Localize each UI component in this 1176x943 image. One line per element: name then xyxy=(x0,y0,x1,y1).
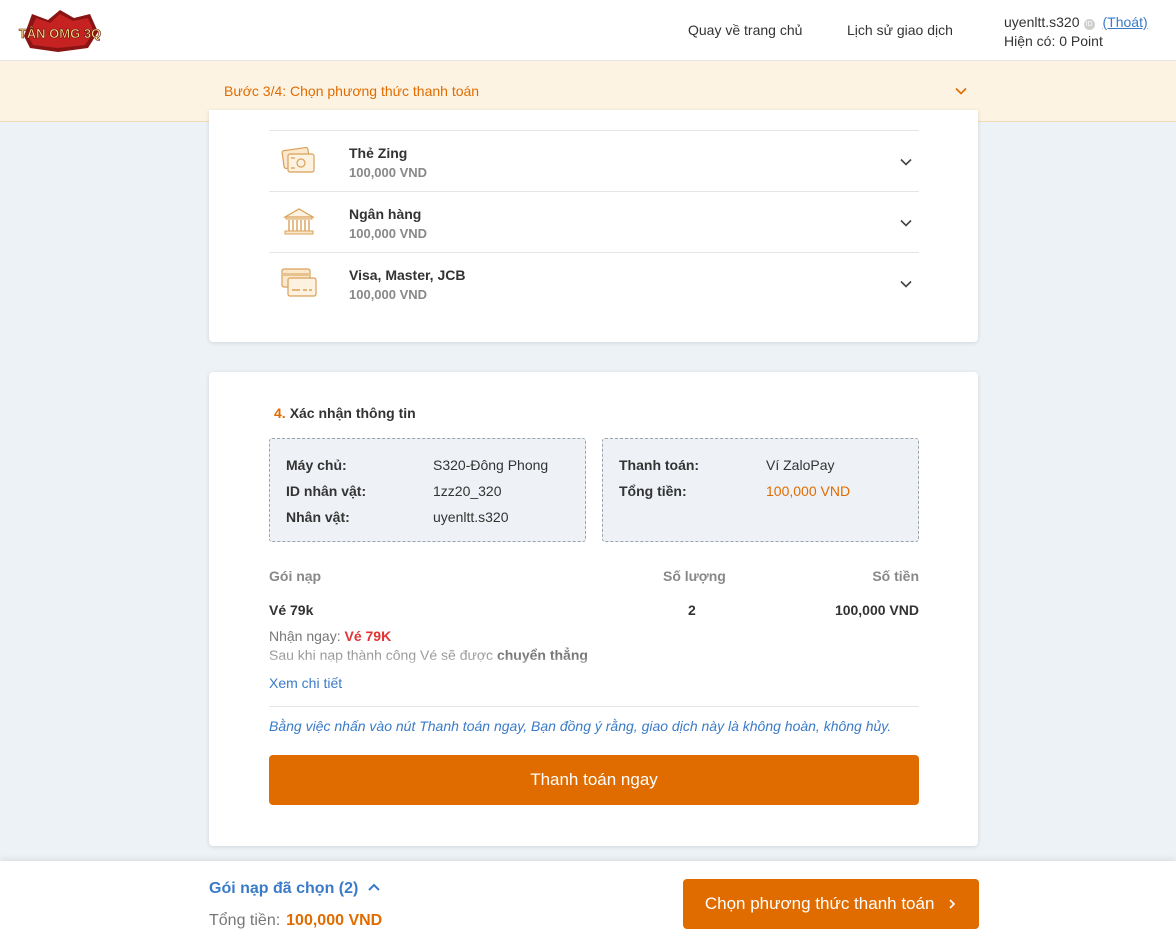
info-icon[interactable]: ID xyxy=(1083,19,1095,30)
total-label: Tổng tiền: xyxy=(619,483,687,499)
char-id-value: 1zz20_320 xyxy=(433,483,502,499)
bank-icon xyxy=(282,208,316,235)
payment-method-bank[interactable]: Ngân hàng 100,000 VND xyxy=(269,191,919,252)
receive-now: Nhận ngay: Vé 79K xyxy=(269,628,391,644)
server-label: Máy chủ: xyxy=(286,457,347,473)
chevron-down-icon[interactable] xyxy=(899,216,913,230)
char-value: uyenltt.s320 xyxy=(433,509,509,525)
user-info: uyenltt.s320 ID (Thoát) Hiện có: 0 Point xyxy=(1004,13,1148,51)
confirm-info-card: 4. Xác nhận thông tin Máy chủ: S320-Đông … xyxy=(209,372,978,846)
char-label: Nhân vật: xyxy=(286,509,350,525)
chevron-up-icon xyxy=(368,883,380,891)
method-name: Ngân hàng xyxy=(349,206,422,222)
description-text: Sau khi nạp thành công Vé sẽ được xyxy=(269,647,497,663)
total-value: 100,000 VND xyxy=(766,483,851,499)
receive-label: Nhận ngay: xyxy=(269,628,345,644)
point-balance: Hiện có: 0 Point xyxy=(1004,33,1103,49)
payment-value: Ví ZaloPay xyxy=(766,457,835,473)
selected-packages-toggle[interactable]: Gói nạp đã chọn (2) xyxy=(209,880,381,898)
payment-methods-card: Thẻ Zing 100,000 VND Ngân hàng 100,000 V… xyxy=(209,110,978,342)
section-number: 4. xyxy=(274,405,286,421)
payment-method-zing[interactable]: Thẻ Zing 100,000 VND xyxy=(269,130,919,191)
receive-value: Vé 79K xyxy=(344,628,392,644)
agreement-note: Bằng việc nhấn vào nút Thanh toán ngay, … xyxy=(269,718,892,734)
description-bold: chuyển thẳng xyxy=(496,647,588,663)
col-amount-header: Số tiền xyxy=(872,568,919,584)
nav-home-link[interactable]: Quay về trang chủ xyxy=(688,22,802,38)
chevron-down-icon[interactable] xyxy=(954,84,968,98)
step-label: Bước 3/4: Chọn phương thức thanh toán xyxy=(224,83,480,99)
chevron-down-icon[interactable] xyxy=(899,277,913,291)
method-name: Visa, Master, JCB xyxy=(349,267,466,283)
card-icon xyxy=(281,146,315,173)
section-title-text: Xác nhận thông tin xyxy=(289,405,416,421)
divider xyxy=(269,706,919,707)
method-name: Thẻ Zing xyxy=(349,145,408,161)
top-header: TÂN OMG 3Q Quay về trang chủ Lịch sử gia… xyxy=(0,0,1176,61)
payment-info-box: Thanh toán: Ví ZaloPay Tổng tiền: 100,00… xyxy=(602,438,919,542)
chevron-right-icon xyxy=(949,899,956,909)
character-info-box: Máy chủ: S320-Đông Phong ID nhân vật: 1z… xyxy=(269,438,586,542)
section-title: 4. Xác nhận thông tin xyxy=(274,405,416,421)
choose-payment-label: Chọn phương thức thanh toán xyxy=(704,894,935,913)
logo-text: TÂN OMG 3Q xyxy=(19,26,101,41)
package-name: Vé 79k xyxy=(269,602,314,618)
char-id-label: ID nhân vật: xyxy=(286,483,367,499)
method-price: 100,000 VND xyxy=(349,226,428,241)
footer-total-value: 100,000 VND xyxy=(286,912,383,929)
payment-label: Thanh toán: xyxy=(619,457,700,473)
credit-card-icon xyxy=(281,268,317,297)
selected-packages-label: Gói nạp đã chọn (2) xyxy=(209,880,359,897)
col-package-header: Gói nạp xyxy=(269,568,322,584)
bottom-bar: Gói nạp đã chọn (2) Tổng tiền: 100,000 VN… xyxy=(0,861,1176,943)
package-amount: 100,000 VND xyxy=(834,602,919,618)
method-price: 100,000 VND xyxy=(349,287,428,302)
view-detail-link[interactable]: Xem chi tiết xyxy=(269,675,342,691)
game-logo[interactable]: TÂN OMG 3Q xyxy=(18,6,102,54)
method-price: 100,000 VND xyxy=(349,165,428,180)
server-value: S320-Đông Phong xyxy=(433,457,549,473)
package-description: Sau khi nạp thành công Vé sẽ được chuyển… xyxy=(269,646,669,672)
nav-history-link[interactable]: Lịch sử giao dịch xyxy=(847,22,953,38)
footer-total-label: Tổng tiền: xyxy=(209,912,281,929)
payment-method-visa[interactable]: Visa, Master, JCB 100,000 VND xyxy=(269,252,919,313)
package-qty: 2 xyxy=(688,602,696,618)
chevron-down-icon[interactable] xyxy=(899,155,913,169)
choose-payment-method-button[interactable]: Chọn phương thức thanh toán xyxy=(683,879,979,929)
pay-now-button[interactable]: Thanh toán ngay xyxy=(269,755,919,805)
col-qty-header: Số lượng xyxy=(663,568,726,584)
logout-link[interactable]: (Thoát) xyxy=(1103,14,1148,30)
footer-total: Tổng tiền: 100,000 VND xyxy=(209,912,382,930)
username: uyenltt.s320 xyxy=(1004,14,1080,30)
